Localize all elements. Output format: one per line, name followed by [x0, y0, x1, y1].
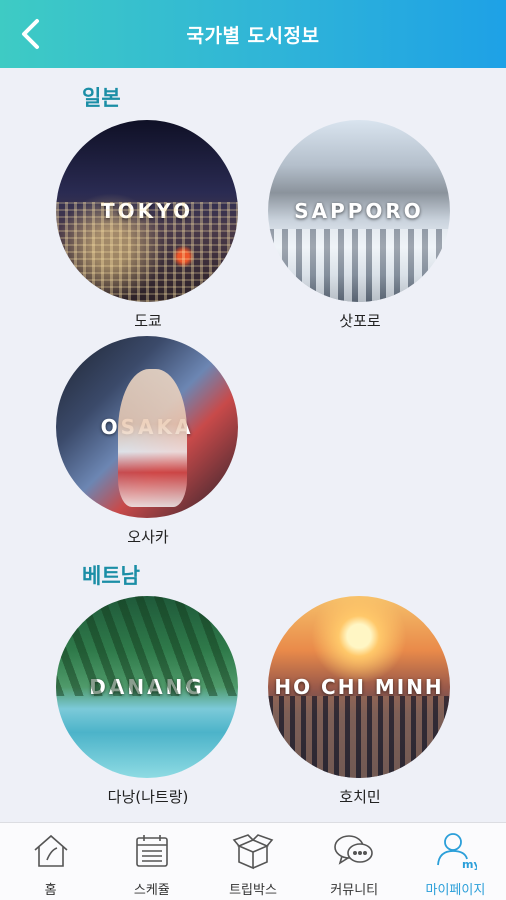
city-name-ko: 도쿄 [134, 312, 162, 330]
chat-icon [332, 829, 376, 873]
chevron-left-icon [22, 19, 39, 49]
city-list: 일본 TOKYO 도쿄 SAPPORO 삿포로 OSAKA 오사카 베트남 DA… [0, 68, 506, 822]
city-card-danang[interactable]: DANANG 다낭(나트랑) [56, 596, 240, 807]
city-image-danang: DANANG [56, 596, 238, 778]
tab-mypage[interactable]: my 마이페이지 [405, 823, 506, 900]
city-name-en: TOKYO [101, 199, 193, 223]
city-card-tokyo[interactable]: TOKYO 도쿄 [56, 120, 240, 331]
tab-label: 마이페이지 [425, 883, 486, 898]
svg-text:my: my [462, 858, 477, 871]
back-button[interactable] [10, 14, 50, 54]
user-icon: my [433, 829, 477, 873]
section-title-japan: 일본 [82, 86, 121, 110]
section-title-vietnam: 베트남 [82, 564, 140, 588]
tab-schedule[interactable]: 스케쥴 [101, 823, 202, 900]
home-icon [29, 829, 73, 873]
box-icon [231, 829, 275, 873]
city-name-ko: 삿포로 [339, 312, 381, 330]
city-card-sapporo[interactable]: SAPPORO 삿포로 [268, 120, 452, 331]
tab-label: 스케쥴 [133, 883, 170, 898]
city-name-en: SAPPORO [294, 199, 424, 223]
city-name-ko: 다낭(나트랑) [107, 788, 189, 806]
city-name-en: OSAKA [100, 415, 194, 439]
city-image-sapporo: SAPPORO [268, 120, 450, 302]
city-name-ko: 오사카 [127, 528, 169, 546]
city-image-osaka: OSAKA [56, 336, 238, 518]
tab-tripbox[interactable]: 트립박스 [202, 823, 303, 900]
header-bar: 국가별 도시정보 [0, 0, 506, 68]
city-image-hochiminh: HO CHI MINH [268, 596, 450, 778]
city-name-en: DANANG [89, 675, 205, 699]
calendar-icon [130, 829, 174, 873]
tab-home[interactable]: 홈 [0, 823, 101, 900]
tab-label: 홈 [44, 883, 57, 898]
tab-community[interactable]: 커뮤니티 [304, 823, 405, 900]
city-card-osaka[interactable]: OSAKA 오사카 [56, 336, 240, 547]
tab-label: 커뮤니티 [330, 883, 379, 898]
bottom-tab-bar: 홈 스케쥴 트립박스 커뮤니티 m 마이페이지 [0, 822, 506, 900]
city-card-hochiminh[interactable]: HO CHI MINH 호치민 [268, 596, 452, 807]
city-name-ko: 호치민 [339, 788, 381, 806]
city-image-tokyo: TOKYO [56, 120, 238, 302]
tab-label: 트립박스 [229, 883, 277, 898]
city-name-en: HO CHI MINH [274, 675, 444, 699]
page-title: 국가별 도시정보 [186, 24, 320, 47]
